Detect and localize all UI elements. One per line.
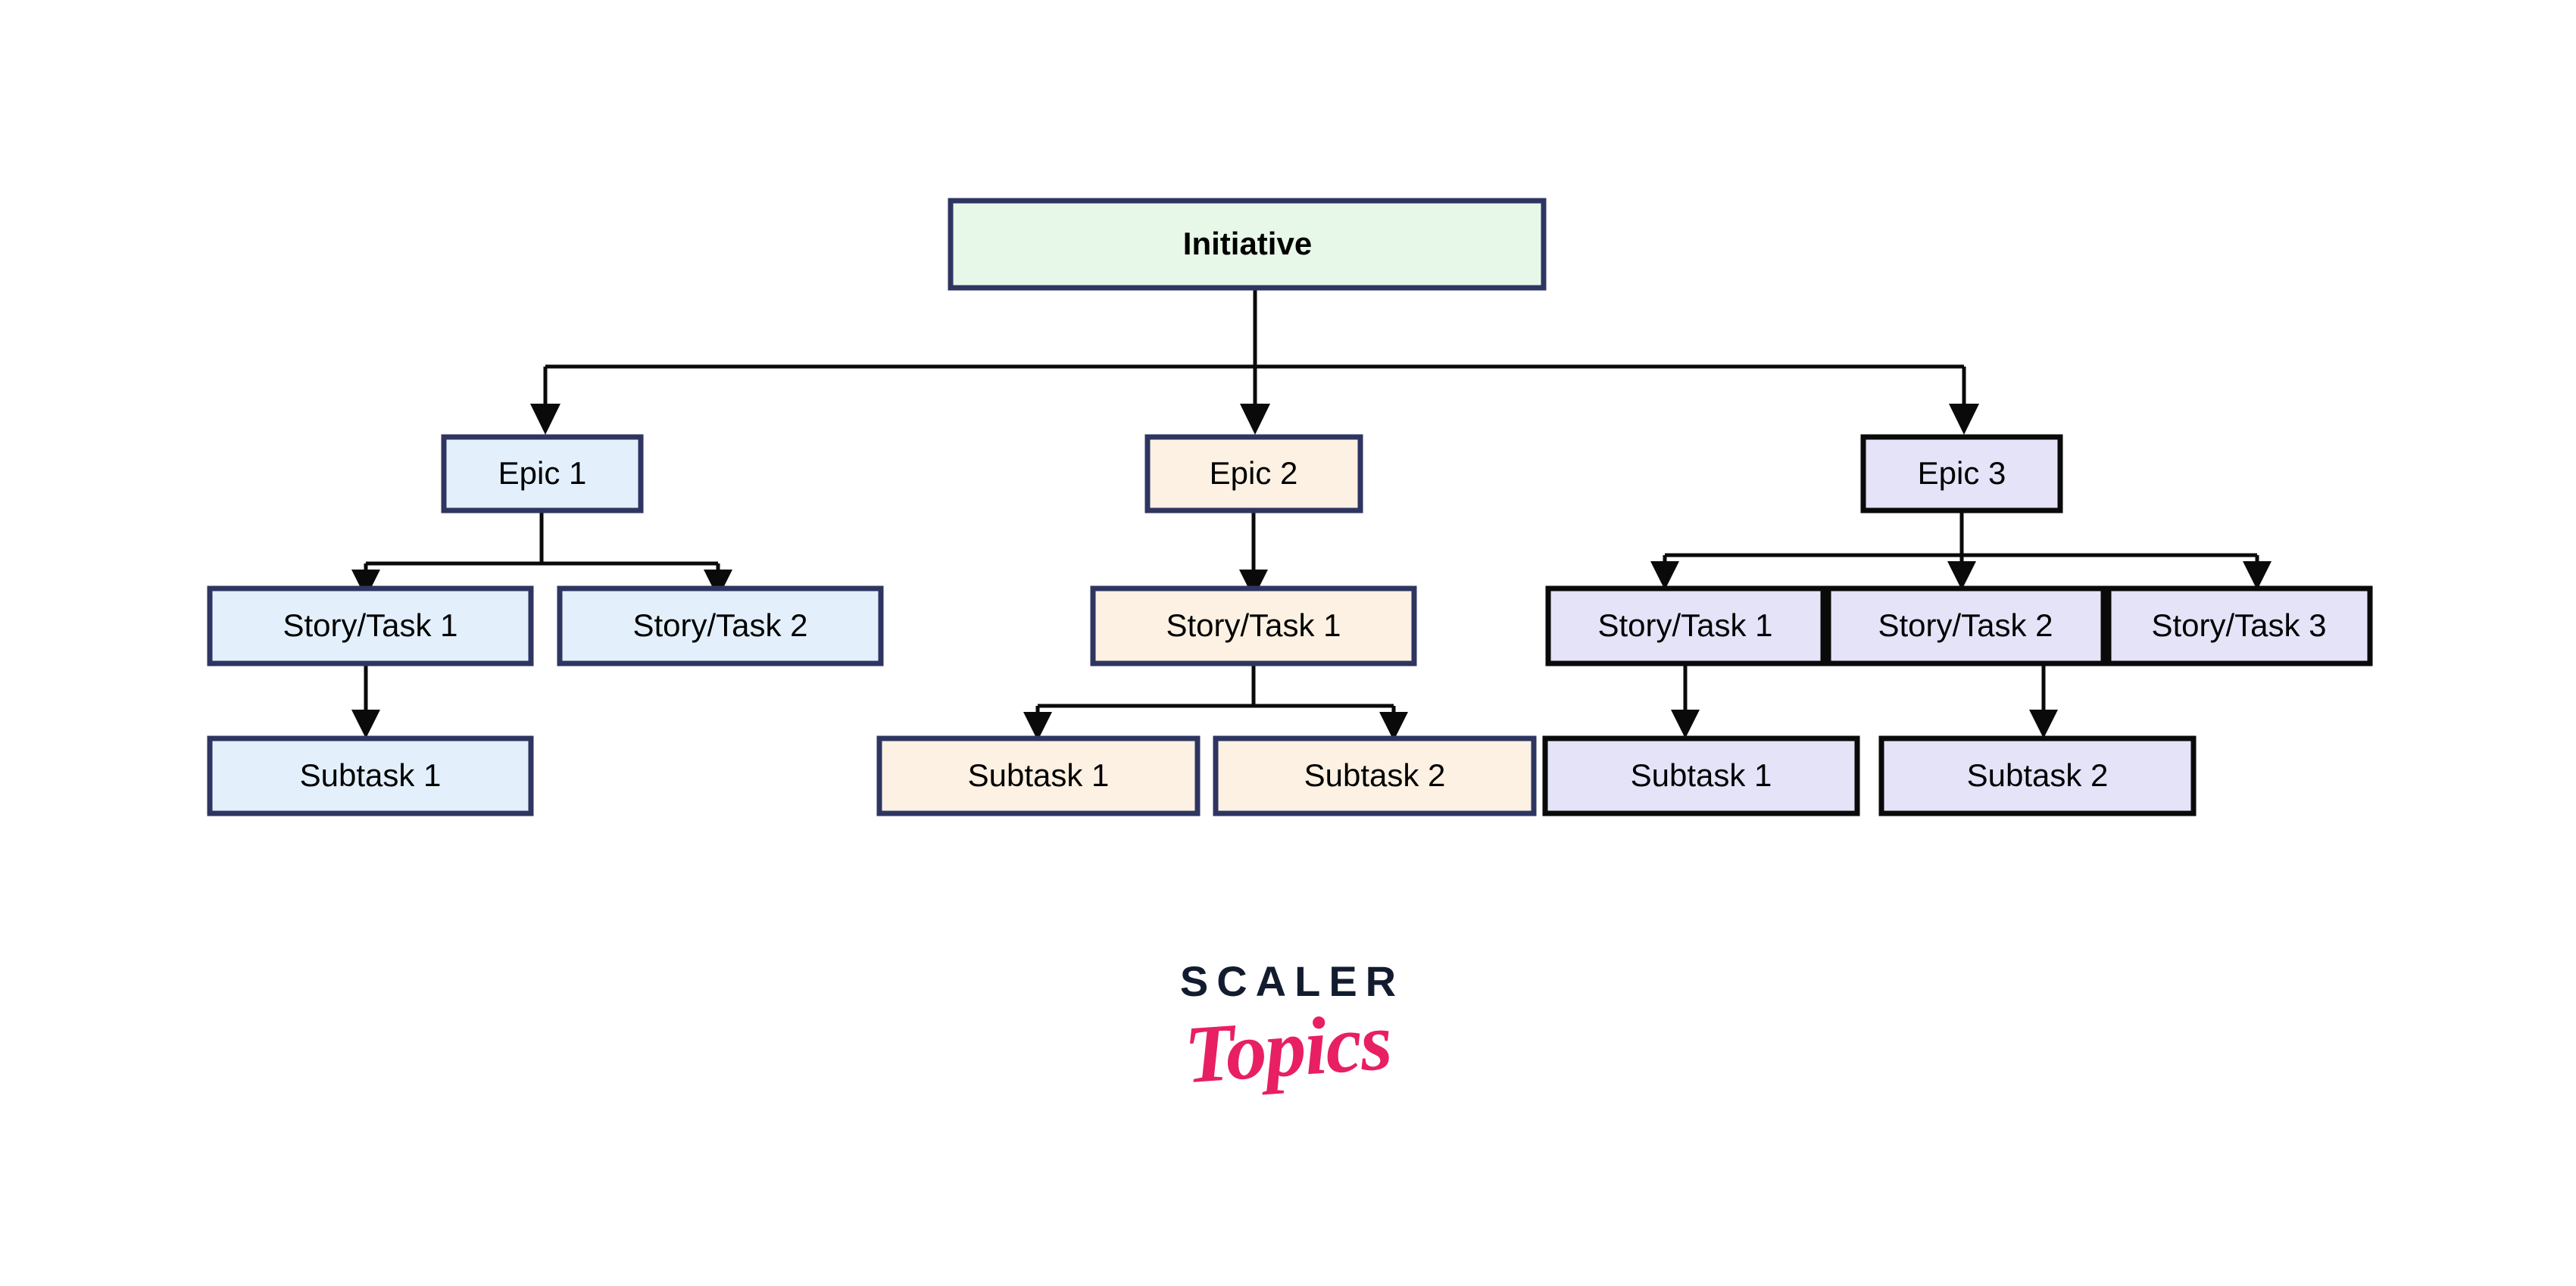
arrowhead-epic3-story1	[1650, 561, 1679, 590]
connector-group-epic3-stories-to-subtasks	[1671, 663, 2058, 738]
node-initiative-label: Initiative	[1183, 226, 1312, 261]
arrowhead-epic3-subtask1	[1671, 710, 1700, 738]
arrowhead-epic3-story2	[1947, 561, 1976, 590]
node-epic3-story-2-label: Story/Task 2	[1878, 607, 2053, 643]
node-epic-1-label: Epic 1	[498, 455, 587, 491]
topics-wordmark: Topics	[1182, 996, 1394, 1101]
connector-group-initiative-to-epics	[530, 288, 1979, 435]
node-epic-3[interactable]: Epic 3	[1860, 434, 2063, 513]
node-epic3-story-2[interactable]: Story/Task 2	[1825, 585, 2106, 666]
connector-group-epic1-story1-to-subtask	[351, 663, 380, 738]
arrowhead-epic2	[1240, 404, 1270, 435]
node-epic-3-label: Epic 3	[1918, 455, 2006, 491]
node-epic3-story-1-label: Story/Task 1	[1597, 607, 1772, 643]
node-epic1-story-2-label: Story/Task 2	[632, 607, 807, 643]
node-epic3-story-3-label: Story/Task 3	[2151, 607, 2326, 643]
arrowhead-epic1-subtask1	[351, 710, 380, 738]
node-epic3-story1-subtask-1[interactable]: Subtask 1	[1542, 735, 1860, 816]
arrowhead-epic1	[530, 404, 560, 435]
node-epic-2-label: Epic 2	[1210, 455, 1298, 491]
node-epic2-subtask-2-label: Subtask 2	[1304, 757, 1446, 793]
node-epic3-story2-subtask-2-label: Subtask 2	[1967, 757, 2109, 793]
node-epic1-story1-subtask-1[interactable]: Subtask 1	[207, 735, 534, 816]
node-epic3-story-3[interactable]: Story/Task 3	[2106, 585, 2373, 666]
scaler-topics-logo: SCALER Topics	[0, 957, 2576, 1101]
node-epic3-story-1[interactable]: Story/Task 1	[1545, 585, 1826, 666]
node-epic-2[interactable]: Epic 2	[1144, 434, 1363, 513]
diagram-canvas: Initiative Epic 1 Story/Task 1 Story/Tas…	[0, 0, 2576, 1286]
node-epic1-story-2[interactable]: Story/Task 2	[557, 585, 884, 666]
node-epic2-subtask-1[interactable]: Subtask 1	[876, 735, 1201, 816]
node-initiative[interactable]: Initiative	[948, 198, 1547, 291]
connector-group-epic3-to-stories	[1650, 510, 2272, 590]
connector-group-epic2-to-story	[1239, 510, 1268, 598]
node-epic1-story-1[interactable]: Story/Task 1	[207, 585, 534, 666]
node-epic3-story2-subtask-2[interactable]: Subtask 2	[1878, 735, 2197, 816]
node-epic1-story-1-label: Story/Task 1	[283, 607, 457, 643]
node-epic1-story1-subtask-1-label: Subtask 1	[300, 757, 442, 793]
arrowhead-epic3-subtask2	[2029, 710, 2058, 738]
connector-group-epic2-story1-to-subtasks	[1023, 663, 1408, 741]
node-epic-1[interactable]: Epic 1	[441, 434, 644, 513]
node-epic2-story-1-label: Story/Task 1	[1166, 607, 1341, 643]
node-epic3-story1-subtask-1-label: Subtask 1	[1631, 757, 1772, 793]
scaler-wordmark: SCALER	[1179, 957, 1405, 1005]
node-epic2-story-1[interactable]: Story/Task 1	[1090, 585, 1417, 666]
node-epic2-subtask-2[interactable]: Subtask 2	[1213, 735, 1537, 816]
arrowhead-epic3	[1949, 404, 1979, 435]
node-epic2-subtask-1-label: Subtask 1	[968, 757, 1110, 793]
connector-group-epic1-to-stories	[351, 510, 732, 598]
arrowhead-epic3-story3	[2243, 561, 2272, 590]
